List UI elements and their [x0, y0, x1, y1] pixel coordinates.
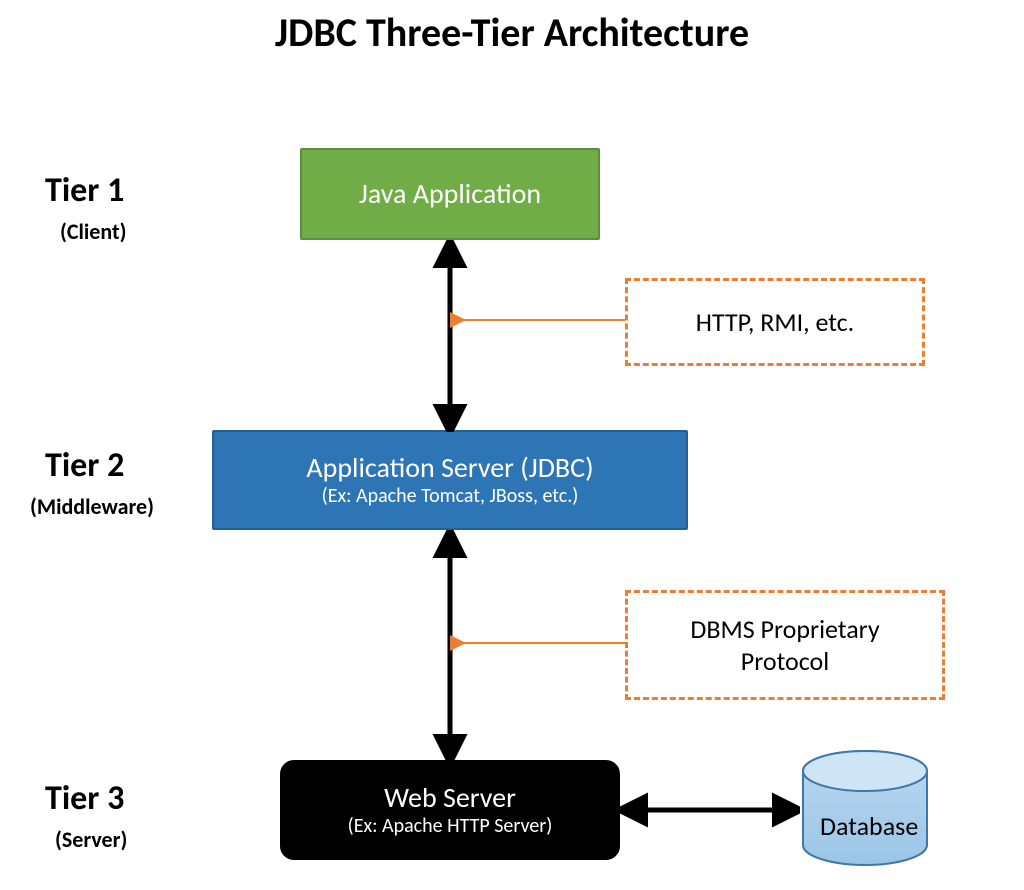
application-server-box: Application Server (JDBC) (Ex: Apache To…: [212, 430, 688, 530]
web-server-label: Web Server: [384, 782, 516, 814]
web-server-box: Web Server (Ex: Apache HTTP Server): [280, 760, 620, 860]
protocol-callout-bottom-text: DBMS Proprietary Protocol: [690, 613, 879, 677]
protocol-callout-bottom: DBMS Proprietary Protocol: [625, 590, 945, 700]
application-server-label: Application Server (JDBC): [306, 452, 593, 484]
protocol-callout-top-text: HTTP, RMI, etc.: [696, 306, 854, 338]
diagram-title: JDBC Three-Tier Architecture: [0, 8, 1024, 57]
application-server-sublabel: (Ex: Apache Tomcat, JBoss, etc.): [322, 485, 579, 508]
database-label: Database: [820, 810, 918, 842]
arrow-callout-top: [450, 305, 630, 335]
tier2-sublabel: (Middleware): [30, 493, 154, 520]
java-application-label: Java Application: [359, 178, 541, 210]
tier3-label: Tier 3: [45, 778, 124, 819]
tier1-sublabel: (Client): [60, 218, 126, 245]
java-application-box: Java Application: [300, 148, 600, 240]
arrow-tier1-tier2: [430, 240, 470, 432]
arrow-webserver-database: [620, 790, 800, 830]
tier1-label: Tier 1: [45, 170, 124, 211]
web-server-sublabel: (Ex: Apache HTTP Server): [348, 815, 553, 838]
tier3-sublabel: (Server): [55, 826, 127, 853]
protocol-callout-top: HTTP, RMI, etc.: [625, 278, 925, 366]
diagram-canvas: JDBC Three-Tier Architecture Tier 1 (Cli…: [0, 0, 1024, 890]
arrow-callout-bottom: [450, 628, 630, 658]
tier2-label: Tier 2: [45, 445, 124, 486]
